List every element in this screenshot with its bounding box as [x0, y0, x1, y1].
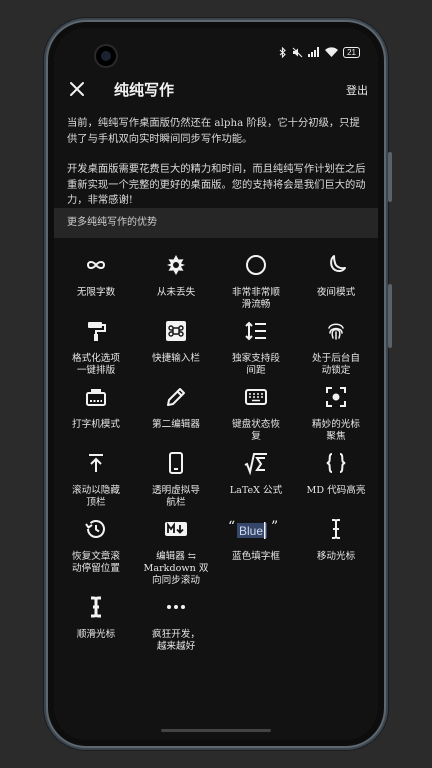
feature-label: 移动光标	[316, 551, 356, 562]
svg-text:“: “	[228, 519, 235, 535]
intro-paragraph: 当前，纯纯写作桌面版仍然还在 alpha 阶段，它十分初级，只提供了与手机双向实…	[67, 117, 360, 145]
wifi-icon	[325, 47, 339, 57]
mute-icon	[292, 47, 303, 57]
feature-item[interactable]: MD 代码高亮	[296, 448, 376, 514]
feature-item[interactable]: 处于后台自 动锁定	[296, 316, 376, 382]
feature-label: 格式化选项 一键排版	[72, 353, 120, 376]
feature-label: 非常非常顺 滑流畅	[232, 287, 280, 310]
feature-item[interactable]: 独家支持段 间距	[216, 316, 296, 382]
close-button[interactable]	[64, 76, 90, 102]
feature-label: 夜间模式	[316, 287, 356, 298]
feature-item[interactable]: 第二编辑器	[136, 382, 216, 448]
infinity-icon	[81, 250, 111, 280]
feature-item[interactable]: 恢复文章滚 动停留位置	[56, 514, 136, 592]
feature-label: 第二编辑器	[152, 419, 200, 430]
section-header: 更多纯纯写作的优势	[54, 208, 378, 238]
blue-sample-text: Blue	[239, 524, 263, 538]
status-bar: 21	[54, 28, 378, 66]
circle-icon	[241, 250, 271, 280]
bluetooth-icon	[279, 46, 286, 58]
battery-level: 21	[347, 47, 356, 57]
feature-label: 键盘状态恢 复	[232, 419, 280, 442]
sqrt-sigma-icon	[241, 448, 271, 478]
svg-text:”: ”	[271, 519, 278, 535]
feature-item[interactable]: 透明虚拟导 航栏	[136, 448, 216, 514]
feature-item[interactable]: 打字机模式	[56, 382, 136, 448]
focus-icon	[321, 382, 351, 412]
feature-label: 处于后台自 动锁定	[312, 353, 360, 376]
feature-item[interactable]: 顺滑光标	[56, 592, 136, 658]
feature-label: 无限字数	[76, 287, 116, 298]
gear-icon	[161, 250, 191, 280]
feature-item[interactable]: 精妙的光标 聚焦	[296, 382, 376, 448]
history-icon	[81, 514, 111, 544]
feature-grid: 无限字数 从未丢失 非常非常顺 滑流畅 夜间模式 格式化选项 一键排版 快捷输入…	[56, 250, 376, 658]
feature-label: LaTeX 公式	[229, 485, 283, 496]
feature-label: 编辑器 ⇆ Markdown 双 向同步滚动	[143, 551, 209, 586]
feature-item[interactable]: 快捷输入栏	[136, 316, 216, 382]
text-cursor-icon	[321, 514, 351, 544]
feature-item[interactable]: LaTeX 公式	[216, 448, 296, 514]
scroll-top-icon	[81, 448, 111, 478]
feature-label: 滚动以隐藏 顶栏	[72, 485, 120, 508]
feature-item[interactable]: 夜间模式	[296, 250, 376, 316]
home-indicator[interactable]	[161, 729, 271, 732]
feature-label: 快捷输入栏	[152, 353, 200, 364]
pencil-icon	[161, 382, 191, 412]
close-icon	[70, 82, 84, 96]
command-key-icon	[161, 316, 191, 346]
power-button	[388, 152, 392, 202]
feature-label: 疯狂开发， 越来越好	[152, 629, 200, 652]
line-spacing-icon	[241, 316, 271, 346]
phone-nav-icon	[161, 448, 191, 478]
fingerprint-icon	[321, 316, 351, 346]
text-cursor-bold-icon	[81, 592, 111, 622]
feature-label: 顺滑光标	[76, 629, 116, 640]
status-icons: 21	[279, 45, 360, 59]
intro-text: 当前，纯纯写作桌面版仍然还在 alpha 阶段，它十分初级，只提供了与手机双向实…	[67, 116, 368, 209]
feature-item[interactable]: 键盘状态恢 复	[216, 382, 296, 448]
feature-item[interactable]: “ Blue ” 蓝色填字框	[216, 514, 296, 592]
intro-paragraph: 开发桌面版需要花费巨大的精力和时间，而且纯纯写作计划在之后重新实现一个完整的更好…	[67, 163, 366, 206]
typewriter-icon	[81, 382, 111, 412]
page-title: 纯纯写作	[114, 81, 175, 99]
phone-frame: 21 纯纯写作 登出 当前，纯纯写作桌面版仍然还在 alpha 阶段，它十分初级…	[48, 22, 392, 746]
feature-label: 精妙的光标 聚焦	[312, 419, 360, 442]
feature-label: 蓝色填字框	[232, 551, 280, 562]
feature-item[interactable]: 格式化选项 一键排版	[56, 316, 136, 382]
screen: 21 纯纯写作 登出 当前，纯纯写作桌面版仍然还在 alpha 阶段，它十分初级…	[54, 28, 378, 740]
keyboard-icon	[241, 382, 271, 412]
feature-label: 从未丢失	[156, 287, 196, 298]
moon-icon	[321, 250, 351, 280]
braces-icon	[321, 448, 351, 478]
blue-box-icon: “ Blue ”	[226, 514, 286, 544]
volume-button	[388, 284, 392, 348]
signal-icon	[308, 47, 320, 57]
feature-item[interactable]: 编辑器 ⇆ Markdown 双 向同步滚动	[136, 514, 216, 592]
feature-item[interactable]: 疯狂开发， 越来越好	[136, 592, 216, 658]
feature-label: 打字机模式	[72, 419, 120, 430]
feature-label: 透明虚拟导 航栏	[152, 485, 200, 508]
feature-item[interactable]: 非常非常顺 滑流畅	[216, 250, 296, 316]
paint-roller-icon	[81, 316, 111, 346]
feature-item[interactable]: 移动光标	[296, 514, 376, 592]
feature-label: 恢复文章滚 动停留位置	[72, 551, 120, 574]
feature-item[interactable]: 无限字数	[56, 250, 136, 316]
logout-button[interactable]: 登出	[346, 82, 368, 98]
top-app-bar: 纯纯写作 登出	[54, 70, 378, 108]
battery-indicator: 21	[343, 46, 360, 58]
feature-item[interactable]: 从未丢失	[136, 250, 216, 316]
feature-label: MD 代码高亮	[306, 485, 366, 496]
front-camera	[96, 46, 116, 66]
markdown-icon	[161, 514, 191, 544]
more-icon	[161, 592, 191, 622]
feature-item[interactable]: 滚动以隐藏 顶栏	[56, 448, 136, 514]
feature-label: 独家支持段 间距	[232, 353, 280, 376]
